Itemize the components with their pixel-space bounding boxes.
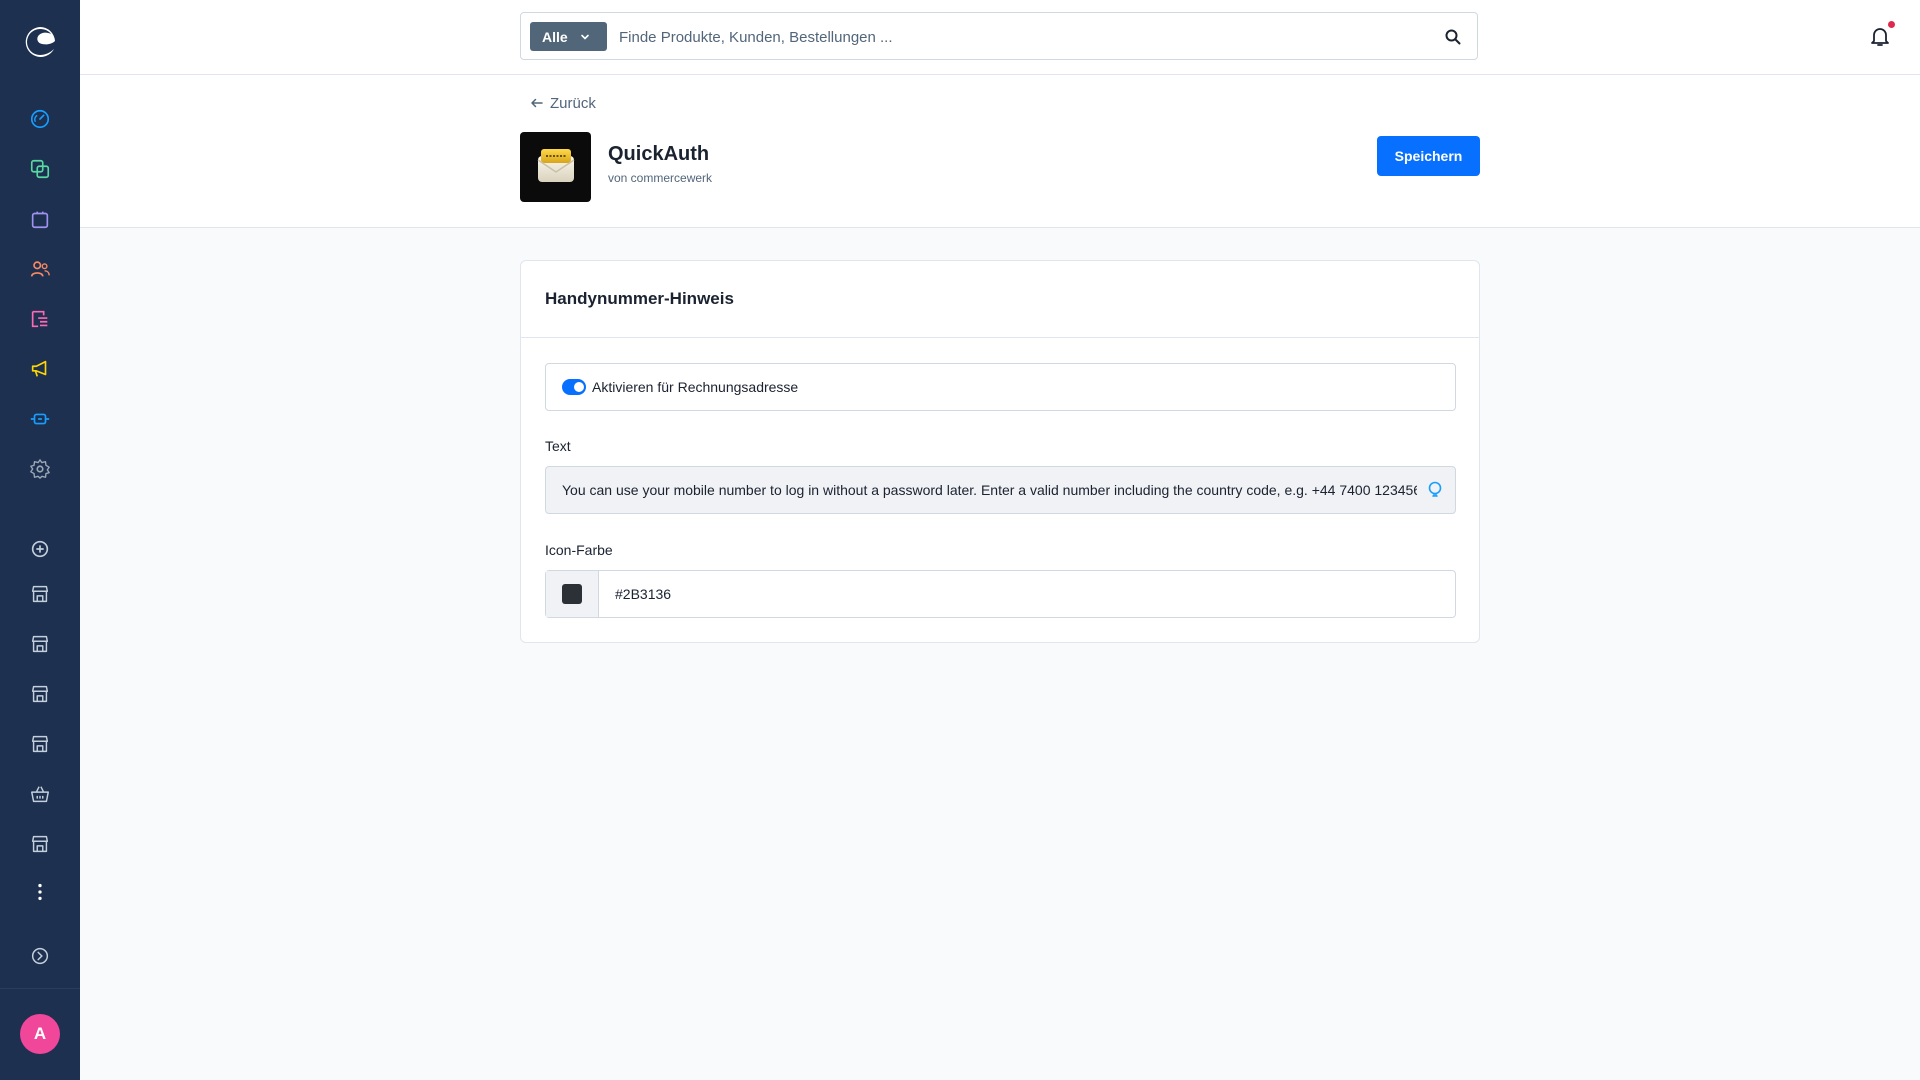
save-button[interactable]: Speichern — [1377, 136, 1480, 176]
customers-icon[interactable] — [20, 249, 60, 289]
toggle-field: Aktivieren für Rechnungsadresse — [545, 363, 1456, 411]
billing-address-toggle[interactable] — [562, 379, 586, 395]
storefront-icon[interactable] — [20, 624, 60, 664]
page-title: QuickAuth — [608, 143, 710, 165]
bell-icon[interactable] — [1868, 24, 1892, 48]
global-search: Alle — [520, 12, 1478, 60]
icon-color-label: Icon-Farbe — [545, 542, 613, 558]
back-link[interactable]: Zurück — [530, 93, 596, 113]
storefront-icon[interactable] — [20, 824, 60, 864]
text-input[interactable] — [546, 466, 1419, 514]
search-type-select[interactable]: Alle — [530, 22, 607, 51]
card-title: Handynummer-Hinweis — [545, 289, 734, 308]
color-swatch — [562, 584, 582, 604]
card-header: Handynummer-Hinweis — [521, 261, 1479, 338]
orders-icon[interactable] — [20, 199, 60, 239]
search-input[interactable] — [617, 23, 1421, 52]
marketing-icon[interactable] — [20, 349, 60, 389]
dashboard-icon[interactable] — [20, 99, 60, 139]
search-icon[interactable] — [1443, 27, 1463, 47]
vendor-label: von commercewerk — [608, 171, 713, 185]
text-field-label: Text — [545, 438, 571, 454]
arrow-left-icon — [531, 98, 543, 108]
search-type-label: Alle — [542, 28, 568, 45]
catalogues-icon[interactable] — [20, 149, 60, 189]
color-input[interactable] — [599, 570, 1455, 618]
text-field — [545, 466, 1456, 514]
more-icon[interactable] — [20, 872, 60, 912]
sidebar-divider — [0, 988, 80, 989]
chevron-down-icon — [580, 34, 589, 40]
toggle-label: Aktivieren für Rechnungsadresse — [592, 379, 799, 395]
collapse-icon[interactable] — [20, 936, 60, 976]
shopware-logo[interactable] — [20, 22, 60, 62]
back-label: Zurück — [550, 94, 596, 112]
page-header: Zurück QuickAuth von commercewerk Speich… — [80, 75, 1920, 228]
settings-icon[interactable] — [20, 449, 60, 489]
notification-badge — [1888, 21, 1895, 28]
storefront-icon[interactable] — [20, 574, 60, 614]
translation-icon[interactable] — [1425, 480, 1445, 500]
storefront-icon[interactable] — [20, 674, 60, 714]
sidebar: A — [0, 0, 80, 1080]
extensions-icon[interactable] — [20, 399, 60, 439]
content-icon[interactable] — [20, 299, 60, 339]
top-bar: Alle — [80, 0, 1920, 75]
avatar[interactable]: A — [20, 1014, 60, 1054]
add-sales-channel-icon[interactable] — [20, 529, 60, 569]
icon-color-field — [545, 570, 1456, 618]
app-logo — [520, 132, 591, 202]
color-picker-button[interactable] — [546, 571, 599, 617]
storefront-icon[interactable] — [20, 724, 60, 764]
headless-icon[interactable] — [20, 774, 60, 814]
settings-card: Handynummer-Hinweis Aktivieren für Rechn… — [520, 260, 1480, 643]
